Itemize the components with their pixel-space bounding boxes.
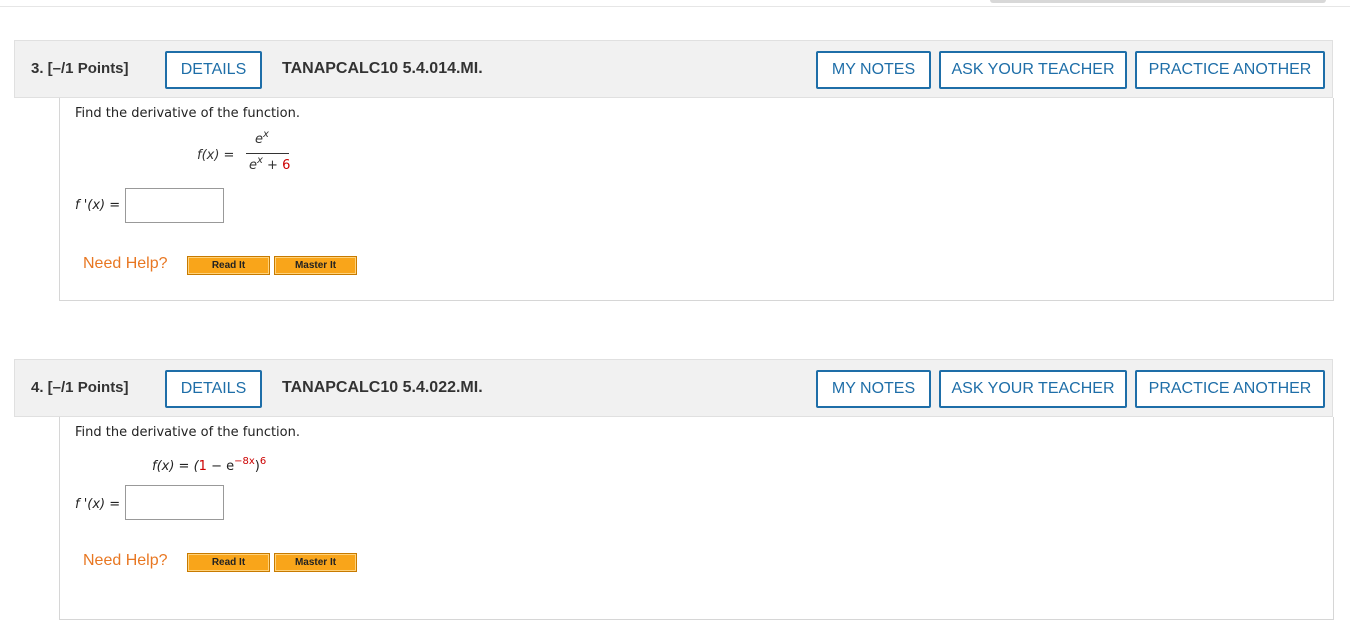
question-prompt: Find the derivative of the function. bbox=[75, 106, 300, 121]
question-code: TANAPCALC10 5.4.014.MI. bbox=[282, 60, 483, 77]
my-notes-button[interactable]: MY NOTES bbox=[816, 370, 931, 408]
question-header: 4. [–/1 Points] DETAILS TANAPCALC10 5.4.… bbox=[14, 359, 1333, 417]
answer-label: f '(x) = bbox=[75, 198, 121, 213]
ask-teacher-button[interactable]: ASK YOUR TEACHER bbox=[939, 51, 1127, 89]
question-number: 4. [–/1 Points] bbox=[31, 379, 129, 396]
question-body: Find the derivative of the function. f(x… bbox=[59, 98, 1334, 301]
my-notes-button[interactable]: MY NOTES bbox=[816, 51, 931, 89]
top-divider bbox=[0, 6, 1350, 7]
practice-another-button[interactable]: PRACTICE ANOTHER bbox=[1135, 51, 1325, 89]
read-it-button[interactable]: Read It bbox=[187, 256, 270, 275]
question-body: Find the derivative of the function. f(x… bbox=[59, 417, 1334, 620]
question-header: 3. [–/1 Points] DETAILS TANAPCALC10 5.4.… bbox=[14, 40, 1333, 98]
need-help-label: Need Help? bbox=[83, 552, 168, 569]
function-label: f(x) = ( bbox=[152, 459, 199, 474]
master-it-button[interactable]: Master It bbox=[274, 256, 357, 275]
fraction-denominator: ex + 6 bbox=[249, 155, 291, 173]
question-code: TANAPCALC10 5.4.022.MI. bbox=[282, 379, 483, 396]
function-label: f(x) = bbox=[197, 148, 235, 163]
function-expression: f(x) = (1 − e−8x)6 bbox=[152, 456, 267, 474]
ask-teacher-button[interactable]: ASK YOUR TEACHER bbox=[939, 370, 1127, 408]
answer-input[interactable] bbox=[125, 188, 224, 223]
need-help-label: Need Help? bbox=[83, 255, 168, 272]
answer-input[interactable] bbox=[125, 485, 224, 520]
fraction-bar bbox=[246, 153, 289, 154]
answer-label: f '(x) = bbox=[75, 497, 121, 512]
details-button[interactable]: DETAILS bbox=[165, 51, 262, 89]
read-it-button[interactable]: Read It bbox=[187, 553, 270, 572]
fraction-numerator: ex bbox=[255, 129, 269, 147]
question-number: 3. [–/1 Points] bbox=[31, 60, 129, 77]
details-button[interactable]: DETAILS bbox=[165, 370, 262, 408]
master-it-button[interactable]: Master It bbox=[274, 553, 357, 572]
top-shadow bbox=[990, 0, 1326, 3]
question-prompt: Find the derivative of the function. bbox=[75, 425, 300, 440]
practice-another-button[interactable]: PRACTICE ANOTHER bbox=[1135, 370, 1325, 408]
